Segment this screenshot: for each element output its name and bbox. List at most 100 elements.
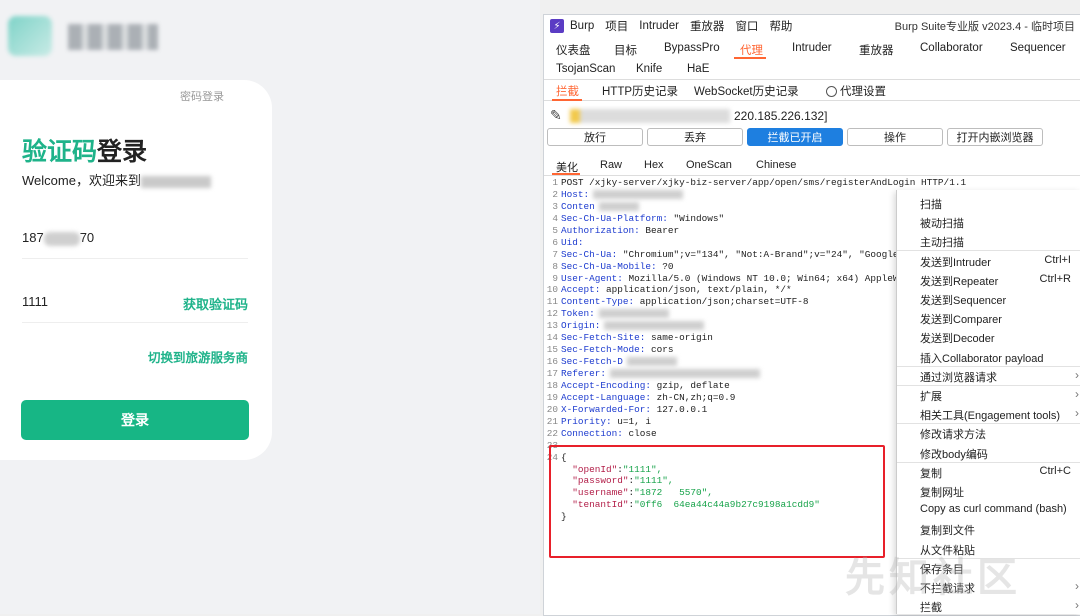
action-button[interactable]: 操作 bbox=[847, 128, 943, 146]
context-menu-item[interactable]: 发送到Repeater bbox=[920, 273, 998, 289]
phone-field[interactable]: 187 70 bbox=[22, 216, 248, 259]
tab-sequencer[interactable]: Sequencer bbox=[1010, 42, 1066, 54]
pencil-icon[interactable]: ✎ bbox=[550, 107, 562, 124]
redacted-value bbox=[626, 357, 677, 367]
tab-repeater[interactable]: 重放器 bbox=[859, 42, 894, 58]
view-tab-raw[interactable]: Raw bbox=[600, 159, 622, 171]
header-value: Mozilla/5.0 (Windows NT 10.0; Win64; x64… bbox=[622, 272, 899, 284]
context-menu-item[interactable]: 被动扫描 bbox=[920, 215, 964, 231]
header-name: Authorization: bbox=[561, 224, 640, 236]
tab-knife[interactable]: Knife bbox=[636, 63, 662, 75]
menu-window[interactable]: 窗口 bbox=[735, 18, 758, 34]
menu-shortcut: Ctrl+C bbox=[1039, 464, 1071, 477]
subtab-proxy-settings[interactable]: 代理设置 bbox=[826, 83, 886, 99]
header-name: Uid: bbox=[561, 236, 584, 248]
chevron-right-icon: › bbox=[1075, 387, 1079, 401]
line-number: 11 bbox=[546, 296, 558, 308]
context-menu-item[interactable]: 复制网址 bbox=[920, 484, 964, 500]
line-number: 7 bbox=[552, 248, 558, 260]
gear-icon bbox=[826, 86, 837, 97]
open-browser-button[interactable]: 打开内嵌浏览器 bbox=[947, 128, 1043, 146]
context-menu-item[interactable]: 主动扫描 bbox=[920, 234, 964, 250]
subtab-intercept[interactable]: 拦截 bbox=[556, 83, 579, 99]
chevron-right-icon: › bbox=[1075, 579, 1079, 593]
view-tab-onescan[interactable]: OneScan bbox=[686, 159, 732, 171]
message-view-tabs: 美化 Raw Hex OneScan Chinese bbox=[544, 157, 1080, 176]
get-code-button[interactable]: 获取验证码 bbox=[183, 294, 248, 313]
header-value: u=1, i bbox=[611, 415, 652, 427]
chevron-right-icon: › bbox=[1075, 598, 1079, 613]
line-number: 22 bbox=[546, 427, 558, 439]
welcome-label: Welcome，欢迎来到 bbox=[22, 173, 141, 188]
intercept-target: ✎ 220.185.226.132] bbox=[544, 105, 1080, 127]
view-tab-chinese[interactable]: Chinese bbox=[756, 159, 796, 171]
context-menu-item[interactable]: 发送到Decoder bbox=[920, 330, 995, 346]
context-menu-item[interactable]: 发送到Comparer bbox=[920, 311, 1002, 327]
tab-proxy[interactable]: 代理 bbox=[740, 42, 763, 58]
context-menu-item[interactable]: 发送到Sequencer bbox=[920, 292, 1006, 308]
line-number: 3 bbox=[552, 200, 558, 212]
sms-code-field[interactable]: 1111 获取验证码 bbox=[22, 280, 248, 323]
header-name: X-Forwarded-For: bbox=[561, 403, 652, 415]
subtab-http-history[interactable]: HTTP历史记录 bbox=[602, 83, 678, 99]
context-menu-item[interactable]: 相关工具(Engagement tools) bbox=[920, 407, 1060, 423]
sms-code-value: 1111 bbox=[22, 294, 49, 309]
redacted-value bbox=[610, 369, 761, 379]
chevron-right-icon: › bbox=[1075, 406, 1079, 421]
redacted-value bbox=[598, 201, 639, 211]
drop-button[interactable]: 丢弃 bbox=[647, 128, 743, 146]
header-value: zh-CN,zh;q=0.9 bbox=[651, 391, 736, 403]
tab-hae[interactable]: HaE bbox=[687, 63, 709, 75]
line-number: 19 bbox=[546, 391, 558, 403]
password-login-link[interactable]: 密码登录 bbox=[180, 88, 224, 104]
proxy-subtabs: 拦截 HTTP历史记录 WebSocket历史记录 代理设置 bbox=[544, 80, 1080, 101]
line-number: 17 bbox=[546, 368, 558, 379]
menu-help[interactable]: 帮助 bbox=[769, 18, 792, 34]
context-menu-item[interactable]: 扩展 bbox=[920, 388, 942, 404]
tab-target[interactable]: 目标 bbox=[614, 42, 637, 58]
context-menu-item[interactable]: 修改body编码 bbox=[920, 446, 988, 462]
context-menu-item[interactable]: 通过浏览器请求 bbox=[920, 369, 997, 385]
highlight-box bbox=[549, 445, 885, 558]
header-name: Accept-Encoding: bbox=[561, 379, 652, 391]
intercept-toggle-button[interactable]: 拦截已开启 bbox=[747, 128, 843, 146]
menu-repeater[interactable]: 重放器 bbox=[690, 18, 725, 34]
view-tab-hex[interactable]: Hex bbox=[644, 159, 664, 171]
menu-project[interactable]: 项目 bbox=[605, 18, 628, 34]
context-menu-item[interactable]: 扫描 bbox=[920, 196, 942, 212]
forward-button[interactable]: 放行 bbox=[547, 128, 643, 146]
tab-tsojanscan[interactable]: TsojanScan bbox=[556, 63, 615, 75]
tab-intruder[interactable]: Intruder bbox=[792, 42, 832, 54]
menu-intruder[interactable]: Intruder bbox=[639, 20, 679, 32]
phone-suffix: 70 bbox=[79, 230, 95, 245]
context-menu-item[interactable]: 修改请求方法 bbox=[920, 426, 986, 442]
header-value: "Chromium";v="134", "Not:A-Brand";v="24"… bbox=[617, 248, 899, 260]
switch-provider-link[interactable]: 切换到旅游服务商 bbox=[148, 347, 248, 366]
context-menu-item[interactable]: 发送到Intruder bbox=[920, 254, 991, 270]
redacted-value bbox=[598, 309, 669, 319]
context-menu-item[interactable]: 复制 bbox=[920, 465, 942, 481]
tab-bypasspro[interactable]: BypassPro bbox=[664, 42, 720, 54]
tab-collaborator[interactable]: Collaborator bbox=[920, 42, 983, 54]
menu-separator bbox=[897, 384, 1080, 386]
menu-separator bbox=[897, 423, 1080, 425]
line-number: 2 bbox=[552, 188, 558, 200]
line-number: 6 bbox=[552, 236, 558, 248]
menu-shortcut: Ctrl+R bbox=[1039, 272, 1071, 285]
header-name: Connection: bbox=[561, 427, 623, 439]
context-menu-item[interactable]: 插入Collaborator payload bbox=[920, 350, 1044, 366]
active-view-indicator bbox=[552, 173, 580, 175]
login-button[interactable]: 登录 bbox=[21, 400, 249, 440]
line-number: 5 bbox=[552, 224, 558, 236]
context-menu-item[interactable]: 复制到文件 bbox=[920, 522, 975, 538]
burp-logo-icon: ⚡ bbox=[550, 19, 564, 33]
header-name: Token: bbox=[561, 308, 595, 320]
tab-dashboard[interactable]: 仪表盘 bbox=[556, 42, 591, 58]
subtab-websocket-history[interactable]: WebSocket历史记录 bbox=[694, 83, 799, 99]
site-name-redacted bbox=[140, 175, 211, 188]
header-value: cors bbox=[645, 344, 674, 356]
line-number: 13 bbox=[546, 320, 558, 332]
menu-burp[interactable]: Burp bbox=[570, 20, 594, 32]
header-name: Referer: bbox=[561, 368, 607, 379]
context-menu-item[interactable]: Copy as curl command (bash) bbox=[920, 503, 1067, 515]
